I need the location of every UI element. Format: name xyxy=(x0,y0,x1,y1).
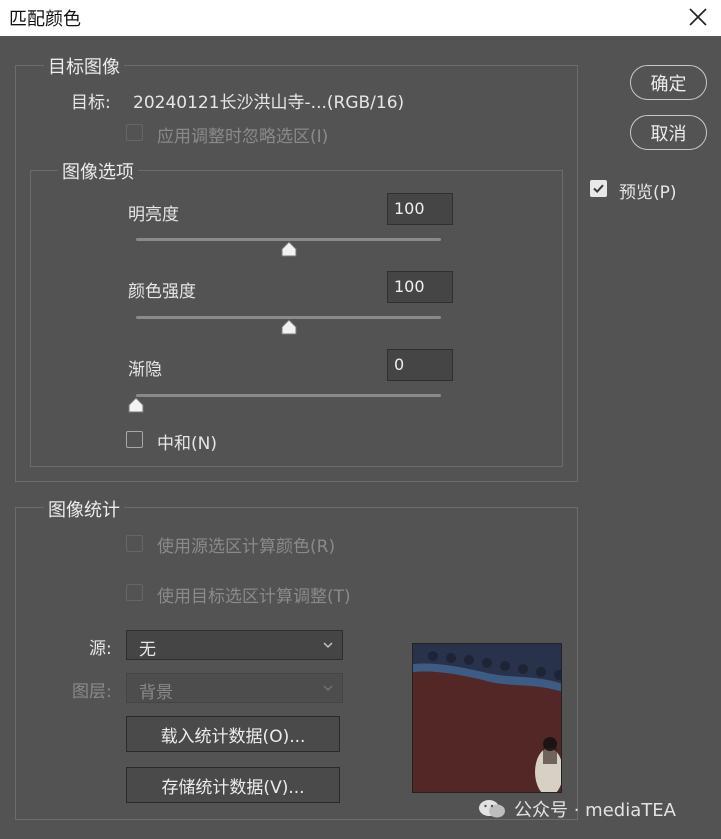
watermark-text: 公众号 · mediaTEA xyxy=(514,800,676,821)
source-dropdown[interactable]: 无 xyxy=(126,630,343,660)
fade-input[interactable]: 0 xyxy=(387,349,453,381)
use-source-selection-label: 使用源选区计算颜色(R) xyxy=(157,537,336,557)
use-target-selection-checkbox[interactable] xyxy=(126,584,143,601)
title-bar: 匹配颜色 xyxy=(0,0,721,36)
color-intensity-input[interactable]: 100 xyxy=(387,271,453,303)
dialog-title: 匹配颜色 xyxy=(9,9,81,30)
use-source-selection-checkbox[interactable] xyxy=(126,535,143,552)
layer-label: 图层: xyxy=(72,682,112,702)
save-statistics-button[interactable]: 存储统计数据(V)... xyxy=(126,767,340,803)
chevron-down-icon xyxy=(323,642,333,648)
preview-label: 预览(P) xyxy=(619,183,677,203)
neutralize-label: 中和(N) xyxy=(157,434,217,454)
target-value: 20240121长沙洪山寺-...(RGB/16) xyxy=(133,93,405,113)
chevron-down-icon xyxy=(323,685,333,691)
fade-label: 渐隐 xyxy=(128,360,162,380)
neutralize-checkbox[interactable] xyxy=(126,431,143,448)
source-value: 无 xyxy=(139,640,156,660)
ignore-selection-checkbox[interactable] xyxy=(126,124,143,141)
wechat-icon xyxy=(479,800,505,818)
target-image-legend: 目标图像 xyxy=(44,53,124,79)
luminance-slider-thumb[interactable] xyxy=(281,241,297,257)
fade-slider-track[interactable] xyxy=(136,394,441,397)
source-thumbnail-image xyxy=(412,643,562,793)
close-icon[interactable] xyxy=(683,2,713,32)
source-label: 源: xyxy=(89,639,112,659)
use-target-selection-label: 使用目标选区计算调整(T) xyxy=(157,587,351,607)
luminance-label: 明亮度 xyxy=(128,205,179,225)
load-statistics-button[interactable]: 载入统计数据(O)... xyxy=(126,716,340,752)
luminance-input[interactable]: 100 xyxy=(387,193,453,225)
ok-button[interactable]: 确定 xyxy=(630,65,707,100)
watermark: 公众号 · mediaTEA xyxy=(478,796,718,822)
color-intensity-label: 颜色强度 xyxy=(128,282,196,302)
image-statistics-legend: 图像统计 xyxy=(44,496,124,522)
target-label: 目标: xyxy=(71,93,111,113)
image-options-legend: 图像选项 xyxy=(58,158,138,184)
ignore-selection-label: 应用调整时忽略选区(I) xyxy=(157,127,329,147)
checkmark-icon xyxy=(593,184,604,194)
preview-checkbox[interactable] xyxy=(590,180,607,197)
layer-value: 背景 xyxy=(139,683,173,703)
fade-slider-thumb[interactable] xyxy=(128,397,144,413)
layer-dropdown[interactable]: 背景 xyxy=(126,673,343,703)
color-intensity-slider-thumb[interactable] xyxy=(281,319,297,335)
cancel-button[interactable]: 取消 xyxy=(630,115,707,150)
